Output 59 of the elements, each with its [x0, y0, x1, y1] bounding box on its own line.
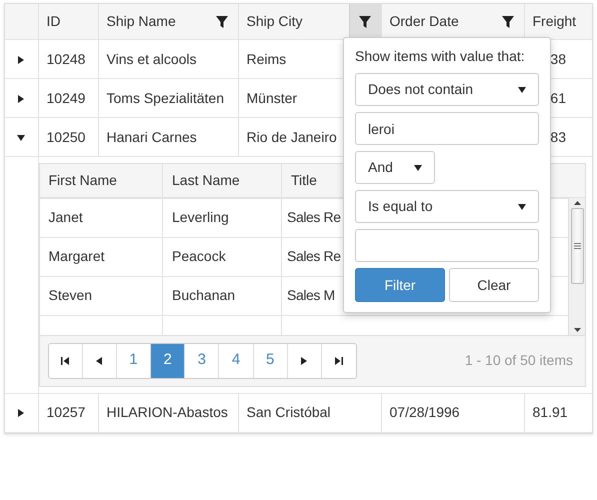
table-cell: HILARION-Abastos: [106, 404, 228, 420]
filter-button[interactable]: [348, 4, 380, 39]
expand-icon[interactable]: [17, 94, 26, 103]
table-cell: Margaret: [48, 248, 105, 264]
first-page-button[interactable]: [48, 344, 83, 378]
caret-icon: [518, 204, 526, 210]
filter-button[interactable]: Filter: [355, 268, 445, 302]
scroll-down-icon[interactable]: [574, 328, 580, 332]
pager-info: 1 - 10 of 50 items: [464, 351, 573, 370]
table-cell: Janet: [48, 209, 83, 225]
dropdown[interactable]: Does not contain: [355, 73, 539, 106]
table-cell: 10248: [46, 50, 86, 66]
first-page-icon: [61, 356, 70, 364]
table-cell: 10250: [46, 128, 86, 144]
next-page-icon: [300, 356, 308, 364]
table-cell: Sales Re: [287, 248, 341, 264]
clear-button[interactable]: Clear: [449, 268, 539, 302]
table-cell: 61: [550, 90, 566, 106]
table-cell: 10249: [46, 90, 86, 106]
table-cell: Buchanan: [172, 287, 236, 303]
table-cell: Münster: [246, 90, 298, 106]
column-header[interactable]: Title: [291, 172, 317, 188]
dropdown[interactable]: And: [355, 151, 435, 184]
filter-icon: [216, 16, 228, 28]
table-cell: Toms Spezialitäten: [106, 90, 224, 106]
filter-icon: [502, 16, 514, 28]
table-cell: Hanari Carnes: [106, 128, 197, 144]
table-cell: Peacock: [172, 248, 226, 264]
table-cell: Rio de Janeiro: [246, 128, 337, 144]
table-cell: 38: [550, 50, 566, 66]
filter-prompt: Show items with value that:: [355, 47, 526, 66]
table-cell: Leverling: [172, 209, 229, 225]
grip-icon: [574, 243, 580, 249]
column-header[interactable]: ID: [46, 11, 60, 32]
table-cell: Sales M: [287, 287, 335, 303]
page-button[interactable]: 2: [151, 344, 186, 378]
collapse-icon[interactable]: [17, 134, 26, 141]
scrollbar[interactable]: [568, 198, 585, 334]
expand-icon[interactable]: [17, 56, 26, 64]
scrollbar-thumb[interactable]: [570, 208, 584, 284]
last-page-icon: [335, 356, 344, 364]
table-cell: Steven: [48, 287, 92, 303]
filter-value-field[interactable]: leroi: [355, 112, 539, 145]
dropdown[interactable]: Is equal to: [355, 190, 539, 223]
table-cell: Reims: [246, 50, 286, 66]
table-cell: 07/28/1996: [390, 404, 460, 420]
filter-icon: [359, 16, 371, 28]
table-cell: Vins et alcools: [106, 50, 197, 66]
expand-icon[interactable]: [17, 409, 26, 418]
caret-icon: [414, 164, 422, 170]
table-cell: San Cristóbal: [246, 404, 331, 420]
caret-icon: [518, 86, 526, 92]
scroll-up-icon[interactable]: [574, 200, 580, 204]
filter-value-field[interactable]: [355, 229, 539, 262]
table-cell: 10257: [46, 404, 86, 420]
table-cell: Sales Re: [287, 209, 341, 225]
table-cell: 83: [550, 128, 566, 144]
previous-page-icon: [95, 356, 104, 364]
table-cell: 81.91: [532, 404, 568, 420]
